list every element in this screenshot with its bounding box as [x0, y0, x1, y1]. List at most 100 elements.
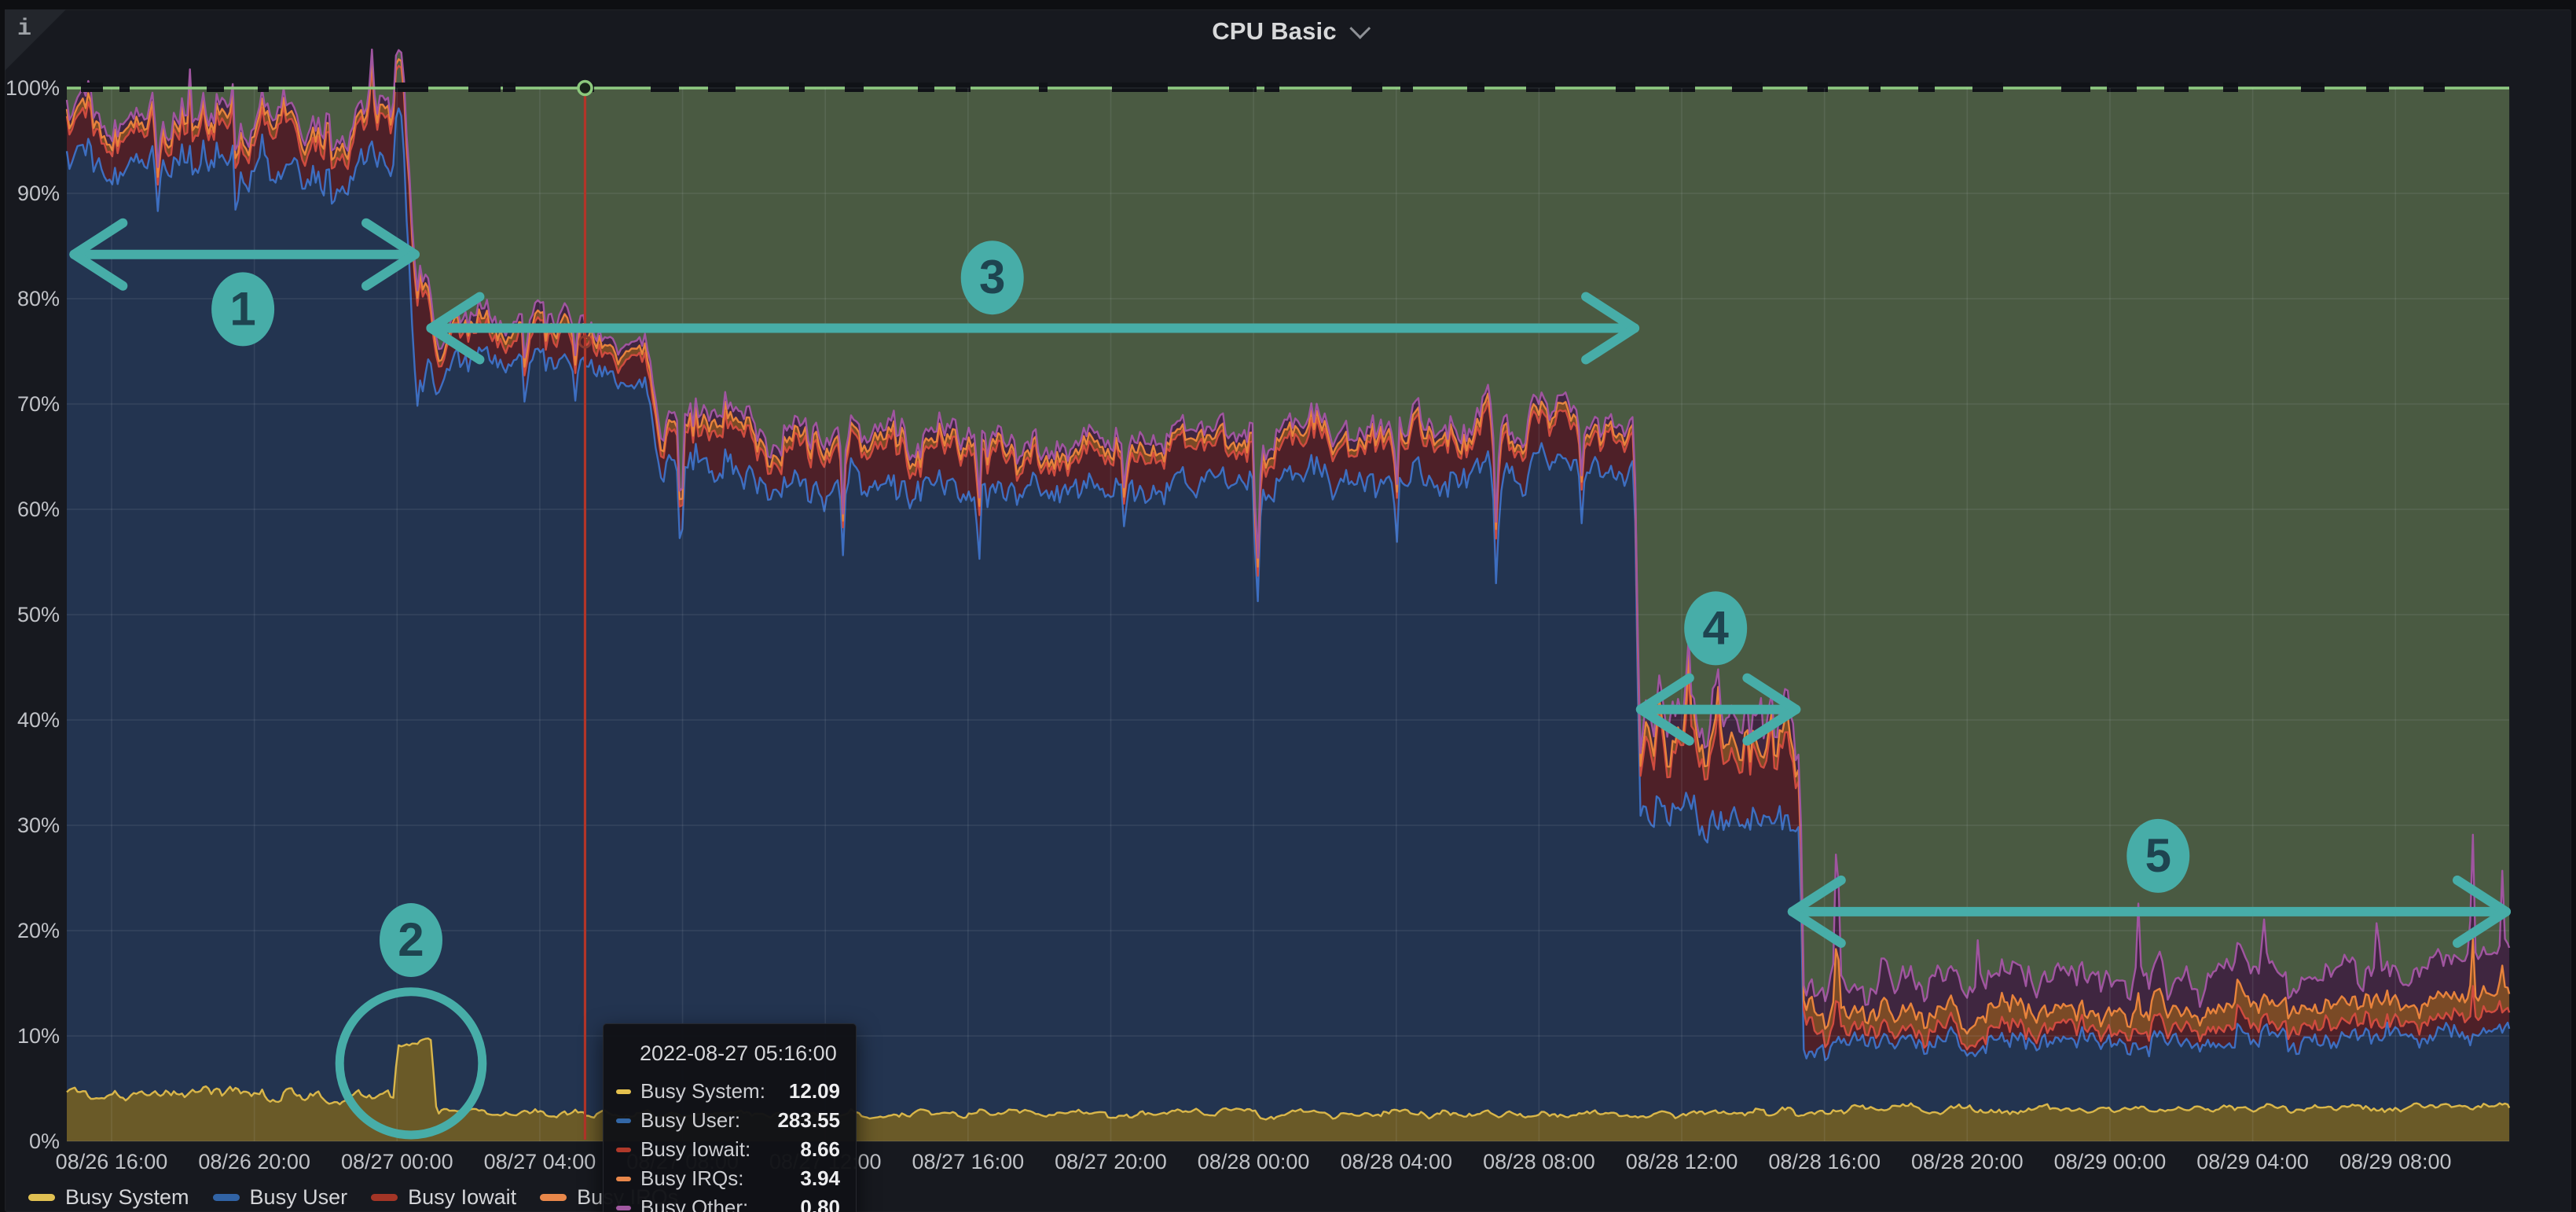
grafana-panel-screenshot: i CPU Basic 0%10%20%30%40%50%60%70%80%90… [0, 0, 2576, 1212]
idle-line-gap [1140, 83, 1168, 92]
idle-line-gap [1039, 83, 1048, 92]
tooltip-series-value: 12.09 [789, 1079, 840, 1104]
idle-line-gap [651, 83, 679, 92]
tooltip-series-value: 3.94 [800, 1166, 840, 1191]
tooltip-series-value: 283.55 [777, 1108, 840, 1133]
legend-item-busy-iowait[interactable]: Busy Iowait [371, 1185, 516, 1210]
tooltip-series-swatch [616, 1206, 631, 1210]
legend-item-busy-user[interactable]: Busy User [213, 1185, 348, 1210]
legend-swatch [28, 1194, 55, 1201]
tooltip-series-label: Busy Other: [640, 1195, 748, 1212]
idle-line-gap [258, 83, 269, 92]
tooltip-series-swatch [616, 1177, 631, 1181]
tooltip-series-value: 0.80 [800, 1195, 840, 1212]
chart-areas [67, 50, 2509, 1141]
legend-swatch [213, 1194, 240, 1201]
x-tick-label: 08/27 20:00 [1055, 1150, 1167, 1173]
tooltip-row: Busy User: 283.55 [616, 1106, 840, 1135]
idle-line-gap [503, 83, 516, 92]
tooltip-series-label: Busy Iowait: [640, 1137, 750, 1162]
legend-swatch [540, 1194, 567, 1201]
idle-line-gap [1467, 83, 1484, 92]
x-tick-label: 08/28 08:00 [1483, 1150, 1595, 1173]
tooltip-row: Busy System: 12.09 [616, 1077, 840, 1106]
annotation-badge-number: 1 [229, 282, 255, 335]
x-tick-label: 08/29 04:00 [2196, 1150, 2309, 1173]
y-tick-label: 100% [6, 76, 60, 100]
legend: Busy SystemBusy UserBusy IowaitBusy IRQs [28, 1185, 678, 1210]
idle-line-gap [1400, 83, 1413, 92]
idle-line-gap [2164, 83, 2189, 92]
x-tick-label: 08/27 16:00 [912, 1150, 1025, 1173]
x-tick-label: 08/26 16:00 [56, 1150, 168, 1173]
idle-line-gap [119, 83, 130, 92]
hover-point-idle [578, 82, 592, 95]
x-tick-label: 08/27 04:00 [484, 1150, 596, 1173]
y-tick-label: 20% [17, 919, 60, 942]
x-tick-label: 08/26 20:00 [198, 1150, 310, 1173]
x-tick-label: 08/29 00:00 [2054, 1150, 2167, 1173]
legend-label: Busy System [65, 1185, 189, 1210]
annotation-badge-number: 5 [2145, 829, 2171, 882]
tooltip-series-value: 8.66 [800, 1137, 840, 1162]
idle-line-gap [1264, 83, 1279, 92]
idle-line-gap [2301, 83, 2325, 92]
y-tick-label: 10% [17, 1024, 60, 1048]
tooltip-series-label: Busy System: [640, 1079, 765, 1104]
idle-line-gap [1112, 83, 1142, 92]
y-tick-label: 40% [17, 708, 60, 732]
annotation-badge-number: 2 [398, 913, 424, 966]
tooltip-row: Busy IRQs: 3.94 [616, 1164, 840, 1193]
idle-line-gap [1869, 83, 1881, 92]
x-tick-label: 08/28 00:00 [1198, 1150, 1310, 1173]
y-tick-label: 50% [17, 603, 60, 626]
x-tick-label: 08/28 16:00 [1768, 1150, 1881, 1173]
x-tick-label: 08/28 20:00 [1911, 1150, 2024, 1173]
idle-line-gap [1616, 83, 1635, 92]
idle-line-gap [329, 83, 352, 92]
x-tick-label: 08/29 08:00 [2339, 1150, 2452, 1173]
idle-line-gap [845, 83, 864, 92]
x-tick-label: 08/28 12:00 [1626, 1150, 1738, 1173]
x-tick-label: 08/28 04:00 [1340, 1150, 1452, 1173]
annotation-badge-number: 4 [1702, 601, 1729, 654]
tooltip-series-swatch [616, 1118, 631, 1123]
y-tick-label: 30% [17, 814, 60, 837]
idle-line-gap [1526, 83, 1555, 92]
legend-label: Busy User [250, 1185, 348, 1210]
idle-line-gap [468, 83, 501, 92]
idle-line-gap [1918, 83, 1935, 92]
tooltip-series-label: Busy IRQs: [640, 1166, 743, 1191]
annotation-badge-number: 3 [979, 251, 1005, 303]
idle-line-gap [1229, 83, 1257, 92]
y-tick-label: 60% [17, 498, 60, 521]
idle-line-gap [81, 83, 103, 92]
idle-line-gap [395, 83, 428, 92]
chart-canvas[interactable]: 0%10%20%30%40%50%60%70%80%90%100%08/26 1… [0, 0, 2576, 1212]
y-tick-label: 70% [17, 392, 60, 416]
idle-line-gap [2223, 83, 2238, 92]
tooltip-row: Busy Iowait: 8.66 [616, 1135, 840, 1164]
y-tick-label: 90% [17, 182, 60, 205]
idle-line-gap [1972, 83, 2003, 92]
legend-label: Busy Iowait [408, 1185, 516, 1210]
tooltip-series-swatch [616, 1148, 631, 1152]
idle-line-gap [2424, 83, 2445, 92]
x-tick-label: 08/27 00:00 [341, 1150, 453, 1173]
tooltip: 2022-08-27 05:16:00 Busy System:12.09Bus… [603, 1023, 857, 1212]
idle-line-gap [789, 83, 805, 92]
idle-line-gap [708, 83, 736, 92]
tooltip-row: Busy Other: 0.80 [616, 1193, 840, 1212]
legend-item-busy-system[interactable]: Busy System [28, 1185, 189, 1210]
y-tick-label: 80% [17, 287, 60, 310]
idle-line-gap [2107, 83, 2137, 92]
idle-line-gap [2366, 83, 2389, 92]
tooltip-series-swatch [616, 1089, 631, 1094]
legend-swatch [371, 1194, 398, 1201]
tooltip-series-label: Busy User: [640, 1108, 740, 1133]
idle-line-gap [918, 83, 934, 92]
tooltip-timestamp: 2022-08-27 05:16:00 [640, 1041, 840, 1066]
idle-line-gap [207, 83, 224, 92]
idle-line-gap [1732, 83, 1763, 92]
idle-line-gap [2061, 83, 2090, 92]
